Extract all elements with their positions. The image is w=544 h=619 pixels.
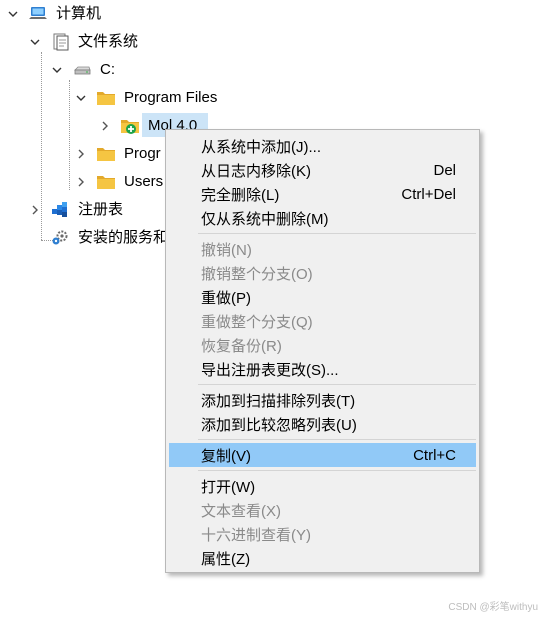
menu-item-label: 属性(Z) bbox=[201, 550, 251, 568]
menu-item-restore-backup[interactable]: 恢复备份(R) bbox=[169, 333, 476, 357]
menu-item-label: 打开(W) bbox=[201, 478, 256, 496]
menu-item-text-view[interactable]: 文本查看(X) bbox=[169, 498, 476, 522]
menu-item-delete-from-system-only[interactable]: 仅从系统中删除(M) bbox=[169, 206, 476, 230]
computer-icon bbox=[28, 5, 48, 23]
chevron-right-icon[interactable] bbox=[98, 119, 112, 133]
tree-item-drive-c[interactable]: C: bbox=[50, 58, 115, 82]
folder-icon bbox=[96, 173, 116, 191]
menu-item-hex-view[interactable]: 十六进制查看(Y) bbox=[169, 522, 476, 546]
chevron-down-icon[interactable] bbox=[28, 35, 42, 49]
menu-item-label: 添加到扫描排除列表(T) bbox=[201, 392, 356, 410]
menu-item-label: 复制(V) bbox=[201, 447, 251, 465]
tree-connector bbox=[69, 80, 70, 190]
services-icon bbox=[50, 229, 70, 247]
menu-item-label: 添加到比较忽略列表(U) bbox=[201, 416, 357, 434]
tree-item-label: 安装的服务和 bbox=[78, 229, 169, 246]
menu-item-label: 恢复备份(R) bbox=[201, 337, 282, 355]
chevron-down-icon[interactable] bbox=[50, 63, 64, 77]
tree-item-label: 注册表 bbox=[78, 201, 124, 218]
menu-item-label: 重做整个分支(Q) bbox=[201, 313, 313, 331]
menu-item-label: 仅从系统中删除(M) bbox=[201, 210, 329, 228]
filesystem-icon bbox=[50, 33, 70, 51]
tree-item-computer[interactable]: 计算机 bbox=[6, 2, 101, 26]
menu-separator bbox=[198, 439, 476, 440]
menu-item-shortcut: Ctrl+Del bbox=[401, 185, 456, 203]
menu-item-shortcut: Del bbox=[433, 161, 456, 179]
tree-item-filesystem[interactable]: 文件系统 bbox=[28, 30, 138, 54]
menu-item-undo[interactable]: 撤销(N) bbox=[169, 237, 476, 261]
registry-icon bbox=[50, 201, 70, 219]
folder-add-icon bbox=[120, 117, 140, 135]
chevron-right-icon[interactable] bbox=[28, 203, 42, 217]
menu-item-redo-branch[interactable]: 重做整个分支(Q) bbox=[169, 309, 476, 333]
tree-item-label: 文件系统 bbox=[78, 33, 139, 50]
menu-item-copy[interactable]: 复制(V) Ctrl+C bbox=[169, 443, 476, 467]
menu-item-label: 从日志内移除(K) bbox=[201, 162, 311, 180]
watermark: CSDN @彩笔withyu bbox=[448, 602, 538, 613]
tree-item-label: C: bbox=[100, 61, 115, 78]
menu-item-open[interactable]: 打开(W) bbox=[169, 474, 476, 498]
menu-item-label: 文本查看(X) bbox=[201, 502, 281, 520]
chevron-down-icon[interactable] bbox=[74, 91, 88, 105]
chevron-right-icon[interactable] bbox=[74, 175, 88, 189]
chevron-right-icon[interactable] bbox=[74, 147, 88, 161]
menu-item-redo[interactable]: 重做(P) bbox=[169, 285, 476, 309]
menu-item-add-to-scan-exclusion[interactable]: 添加到扫描排除列表(T) bbox=[169, 388, 476, 412]
menu-item-label: 撤销(N) bbox=[201, 241, 252, 259]
menu-separator bbox=[198, 470, 476, 471]
menu-item-label: 导出注册表更改(S)... bbox=[201, 361, 339, 379]
menu-item-label: 撤销整个分支(O) bbox=[201, 265, 313, 283]
menu-item-add-to-compare-ignore[interactable]: 添加到比较忽略列表(U) bbox=[169, 412, 476, 436]
menu-item-undo-branch[interactable]: 撤销整个分支(O) bbox=[169, 261, 476, 285]
context-menu: 从系统中添加(J)... 从日志内移除(K) Del 完全删除(L) Ctrl+… bbox=[165, 129, 480, 573]
tree-item-program-files-x86[interactable]: Progr bbox=[74, 142, 161, 166]
tree-item-label: 计算机 bbox=[56, 5, 102, 22]
menu-item-label: 十六进制查看(Y) bbox=[201, 526, 311, 544]
chevron-down-icon[interactable] bbox=[6, 7, 20, 21]
folder-icon bbox=[96, 145, 116, 163]
tree-item-label: Users bbox=[124, 173, 164, 190]
drive-icon bbox=[72, 61, 92, 79]
folder-icon bbox=[96, 89, 116, 107]
tree-item-program-files[interactable]: Program Files bbox=[74, 86, 217, 110]
menu-item-remove-from-log[interactable]: 从日志内移除(K) Del bbox=[169, 158, 476, 182]
tree-item-label: Program Files bbox=[124, 89, 218, 106]
tree-item-users[interactable]: Users bbox=[74, 170, 163, 194]
menu-item-delete-completely[interactable]: 完全删除(L) Ctrl+Del bbox=[169, 182, 476, 206]
menu-item-label: 重做(P) bbox=[201, 289, 251, 307]
menu-item-shortcut: Ctrl+C bbox=[413, 446, 456, 464]
menu-separator bbox=[198, 384, 476, 385]
menu-separator bbox=[198, 233, 476, 234]
menu-item-properties[interactable]: 属性(Z) bbox=[169, 546, 476, 570]
menu-item-export-registry-changes[interactable]: 导出注册表更改(S)... bbox=[169, 357, 476, 381]
tree-item-registry[interactable]: 注册表 bbox=[28, 198, 123, 222]
tree-item-services[interactable]: 安装的服务和 bbox=[50, 226, 168, 250]
menu-item-add-from-system[interactable]: 从系统中添加(J)... bbox=[169, 134, 476, 158]
menu-item-label: 从系统中添加(J)... bbox=[201, 138, 321, 156]
tree-item-label: Progr bbox=[124, 145, 161, 162]
menu-item-label: 完全删除(L) bbox=[201, 186, 280, 204]
